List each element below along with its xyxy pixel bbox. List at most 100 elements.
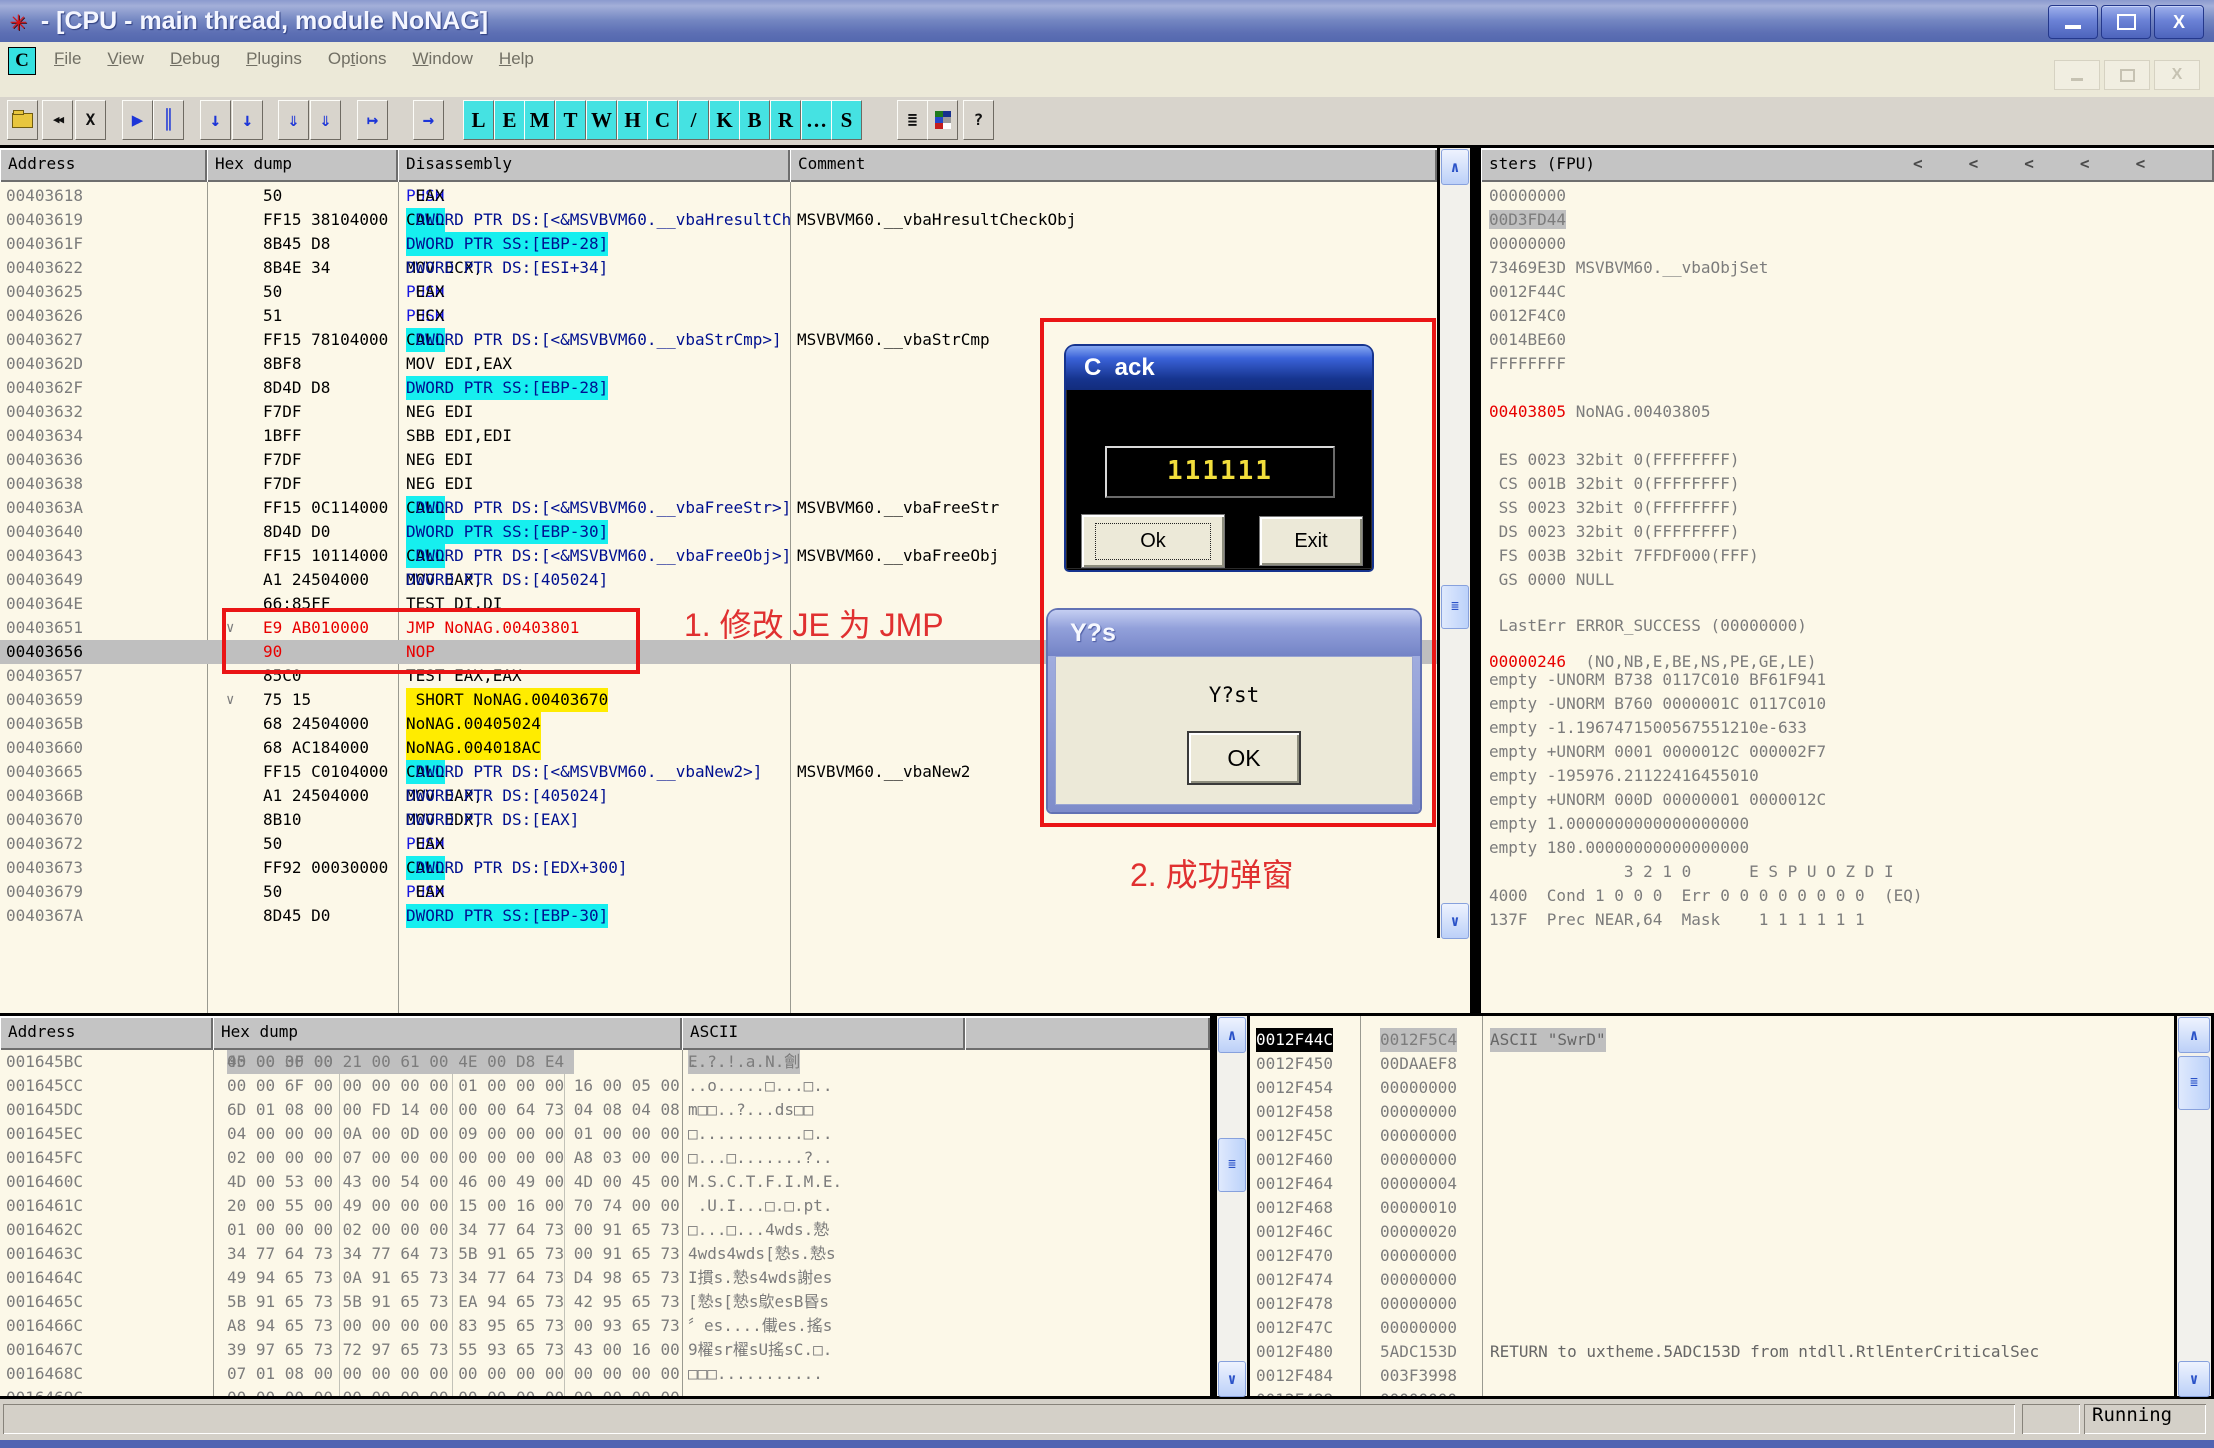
segment-register-row[interactable]: FS 003B 32bit 7FFDF000(FFF)	[1489, 544, 1759, 568]
stack-row[interactable]: 0012F450 00DAAEF8	[1250, 1052, 2174, 1076]
message-ok-button[interactable]: OK	[1187, 731, 1301, 785]
menu-item-plugins[interactable]: Plugins	[236, 45, 312, 73]
stack-row[interactable]: 0012F480 5ADC153D RETURN to uxtheme.5ADC15…	[1250, 1340, 2174, 1364]
panel-button-c[interactable]: C	[647, 100, 678, 140]
animate-over-button[interactable]: ⇓	[310, 100, 341, 140]
register-value-row[interactable]: 00D3FD44	[1489, 208, 1567, 232]
panel-button-e[interactable]: E	[494, 100, 525, 140]
register-value-row[interactable]: 0014BE60	[1489, 328, 1566, 352]
dump-row[interactable]: 0016460C 4D 00 53 00 43 00 54 00 46 00 49…	[0, 1170, 1210, 1194]
dump-row[interactable]: 0016467C 39 97 65 73 72 97 65 73 55 93 65…	[0, 1338, 1210, 1362]
scroll-down-button[interactable]: ∨	[1218, 1361, 1246, 1397]
stack-row[interactable]: 0012F47C 00000000	[1250, 1316, 2174, 1340]
cpu-window-icon[interactable]: C	[8, 47, 36, 75]
panel-button-b[interactable]: B	[739, 100, 770, 140]
stack-row[interactable]: 0012F454 00000000	[1250, 1076, 2174, 1100]
stack-row[interactable]: 0012F460 00000000	[1250, 1148, 2174, 1172]
scroll-thumb[interactable]: ≣	[1218, 1138, 1246, 1192]
fpu-register-row[interactable]: empty 1.0000000000000000000	[1489, 812, 1749, 836]
options-button[interactable]: ≣	[897, 100, 928, 140]
fpu-register-row[interactable]: empty 180.00000000000000000	[1489, 836, 1749, 860]
column-header-comment[interactable]: Comment	[790, 148, 1437, 182]
fpu-register-row[interactable]: empty +UNORM 000D 00000001 0000012C	[1489, 788, 1826, 812]
register-value-row[interactable]: 00000000	[1489, 184, 1566, 208]
segment-register-row[interactable]: SS 0023 32bit 0(FFFFFFFF)	[1489, 496, 1740, 520]
scroll-thumb[interactable]: ≣	[2178, 1056, 2210, 1110]
dump-row[interactable]: 001645DC 6D 01 08 00 00 FD 14 00 00 00 64…	[0, 1098, 1210, 1122]
crack-exit-button[interactable]: Exit	[1259, 516, 1363, 566]
panel-button-w[interactable]: W	[586, 100, 617, 140]
fpu-register-row[interactable]: empty -195976.21122416455010	[1489, 764, 1759, 788]
dump-row[interactable]: 001645FC 02 00 00 00 07 00 00 00 00 00 00…	[0, 1146, 1210, 1170]
disasm-row[interactable]: 0040367A 8D45 D0 LEA EAX,DWORD PTR SS:[EBP…	[0, 904, 1437, 928]
crack-ok-button[interactable]: Ok	[1081, 514, 1225, 568]
stack-row[interactable]: 0012F470 00000000	[1250, 1244, 2174, 1268]
dump-row[interactable]: 001645EC 04 00 00 00 0A 00 0D 00 09 00 00…	[0, 1122, 1210, 1146]
panel-button-trace[interactable]: …	[801, 100, 832, 140]
panel-button-s[interactable]: S	[831, 100, 862, 140]
mdi-close-button[interactable]: X	[2154, 60, 2200, 90]
stack-row[interactable]: 0012F474 00000000	[1250, 1268, 2174, 1292]
mdi-minimize-button[interactable]	[2054, 60, 2100, 90]
stack-row[interactable]: 0012F484 003F3998	[1250, 1364, 2174, 1388]
appearance-button[interactable]	[927, 100, 958, 140]
menu-item-view[interactable]: View	[97, 45, 154, 73]
register-value-row[interactable]: 00000000	[1489, 232, 1566, 256]
close-program-button[interactable]: X	[75, 100, 106, 140]
disasm-row[interactable]: 00403619 FF15 38104000 CALL DWORD PTR DS:[…	[0, 208, 1437, 232]
hex-dump-pane[interactable]: Address Hex dump ASCII 001645BC 45 00 3F 00 …	[0, 1016, 1210, 1396]
message-dialog-title-bar[interactable]: Y?s	[1048, 610, 1420, 656]
register-value-row[interactable]: 00403805 NoNAG.00403805	[1489, 400, 1711, 424]
segment-register-row[interactable]: GS 0000 NULL	[1489, 568, 1615, 592]
pause-button[interactable]: ║	[153, 100, 184, 140]
serial-input[interactable]: 111111	[1105, 446, 1335, 498]
dump-row[interactable]: 0016466C A8 94 65 73 00 00 00 00 83 95 65…	[0, 1314, 1210, 1338]
stack-row[interactable]: 0012F45C 00000000	[1250, 1124, 2174, 1148]
registers-pane[interactable]: sters (FPU) < < < < <00000000 00D3FD44 00000000…	[1481, 148, 2214, 1013]
disasm-row[interactable]: 0040361F 8B45 D8 MOV EAX,DWORD PTR SS:[EBP…	[0, 232, 1437, 256]
register-value-row[interactable]: 0012F44C	[1489, 280, 1566, 304]
disasm-row[interactable]: 00403625 50 PUSH EAX	[0, 280, 1437, 304]
step-over-button[interactable]: ↓	[232, 100, 263, 140]
dump-row[interactable]: 0016468C 07 01 08 00 00 00 00 00 00 00 00…	[0, 1362, 1210, 1386]
column-header-address[interactable]: Address	[0, 148, 207, 182]
step-into-button[interactable]: ↓	[200, 100, 231, 140]
scroll-up-button[interactable]: ∧	[2178, 1017, 2210, 1053]
mdi-restore-button[interactable]	[2104, 60, 2150, 90]
dump-row[interactable]: 0016462C 01 00 00 00 02 00 00 00 34 77 64…	[0, 1218, 1210, 1242]
column-header-ascii[interactable]: ASCII	[682, 1016, 965, 1050]
crack-dialog-title-bar[interactable]: C ack	[1066, 346, 1372, 390]
open-file-button[interactable]	[7, 100, 38, 140]
column-header-hex-dump[interactable]: Hex dump	[213, 1016, 682, 1050]
stack-row[interactable]: 0012F46C 00000020	[1250, 1220, 2174, 1244]
fpu-flags-row[interactable]: 4000 Cond 1 0 0 0 Err 0 0 0 0 0 0 0 0 (E…	[1489, 884, 1922, 908]
execute-till-return-button[interactable]: ↦	[357, 100, 388, 140]
menu-item-window[interactable]: Window	[402, 45, 482, 73]
stack-row[interactable]: 0012F468 00000010	[1250, 1196, 2174, 1220]
stack-row[interactable]: 0012F488 00000000	[1250, 1388, 2174, 1396]
panel-button-h[interactable]: H	[617, 100, 648, 140]
dump-row[interactable]: 0016463C 34 77 64 73 34 77 64 73 5B 91 65…	[0, 1242, 1210, 1266]
close-button[interactable]: X	[2154, 5, 2204, 39]
register-value-row[interactable]: FFFFFFFF	[1489, 352, 1566, 376]
panel-button-k[interactable]: K	[709, 100, 740, 140]
dump-scrollbar[interactable]: ∧ ∨ ≣	[1214, 1016, 1250, 1397]
scroll-up-button[interactable]: ∧	[1441, 149, 1469, 185]
registers-header[interactable]: sters (FPU) < < < < <	[1481, 148, 2214, 182]
help-button[interactable]: ?	[963, 100, 994, 140]
fpu-flags-row[interactable]: 3 2 1 0 E S P U O Z D I	[1489, 860, 1894, 884]
restart-button[interactable]: ◀◀	[42, 100, 73, 140]
stack-row[interactable]: 0012F464 00000004	[1250, 1172, 2174, 1196]
segment-register-row[interactable]: DS 0023 32bit 0(FFFFFFFF)	[1489, 520, 1740, 544]
disassembly-scrollbar[interactable]: ∧ ∨ ≣	[1437, 148, 1473, 939]
stack-pane[interactable]: 0012F44C 0012F5C4 ASCII "SwrD" 0012F450 00DA…	[1250, 1016, 2174, 1396]
panel-button-m[interactable]: M	[524, 100, 555, 140]
fpu-register-row[interactable]: empty -UNORM B760 0000001C 0117C010	[1489, 692, 1826, 716]
menu-item-debug[interactable]: Debug	[160, 45, 230, 73]
animate-into-button[interactable]: ⇓	[278, 100, 309, 140]
fpu-register-row[interactable]: empty -1.1967471500567551210e-633	[1489, 716, 1807, 740]
panel-button-patches[interactable]: /	[678, 100, 709, 140]
segment-register-row[interactable]: ES 0023 32bit 0(FFFFFFFF)	[1489, 448, 1740, 472]
fpu-flags-row[interactable]: 137F Prec NEAR,64 Mask 1 1 1 1 1 1	[1489, 908, 1865, 932]
dump-row[interactable]: 0016461C 20 00 55 00 49 00 00 00 15 00 16…	[0, 1194, 1210, 1218]
